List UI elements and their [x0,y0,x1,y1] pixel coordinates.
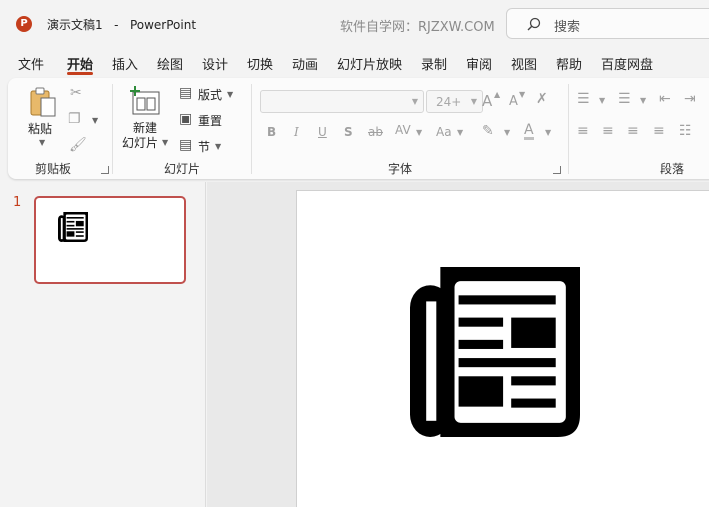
shrink-font-button[interactable]: A [509,94,518,109]
search-box[interactable]: 搜索 [506,8,709,39]
align-left-icon[interactable]: ≡ [577,124,589,138]
reset-button[interactable]: 重置 [198,112,222,129]
highlight-chevron-icon[interactable]: ▼ [504,128,510,137]
align-center-icon[interactable]: ≡ [602,124,614,138]
change-case-chevron-icon[interactable]: ▼ [457,128,463,137]
slides-group-label: 幻灯片 [164,162,201,176]
document-title: 演示文稿1 [47,18,103,32]
new-slide-label-line2[interactable]: 幻灯片 [122,134,158,151]
ribbon-tabs: 文件 开始 插入 绘图 设计 切换 动画 幻灯片放映 录制 审阅 视图 帮助 百… [0,50,709,76]
layout-icon[interactable]: ▤ [179,86,192,100]
tab-animations[interactable]: 动画 [292,54,318,73]
paragraph-group-label: 段落 [660,162,685,176]
font-launcher-icon[interactable] [553,166,561,174]
tab-slideshow[interactable]: 幻灯片放映 [337,54,402,73]
clipboard-group-label: 剪贴板 [35,162,72,176]
tab-help[interactable]: 帮助 [556,54,582,73]
font-size-chevron-icon: ▼ [470,97,477,106]
app-name: PowerPoint [129,18,197,32]
tab-file[interactable]: 文件 [18,54,44,73]
new-slide-icon[interactable] [129,86,161,116]
grow-font-button[interactable]: A [482,92,492,110]
newspaper-icon[interactable] [410,267,580,437]
search-label: 搜索 [554,20,581,35]
group-divider [251,84,252,174]
new-slide-chevron-icon[interactable]: ▼ [162,138,168,147]
paste-dropdown-chevron-icon[interactable]: ▼ [39,138,45,147]
slide-number: 1 [13,195,22,210]
align-right-icon[interactable]: ≡ [627,124,639,138]
bullets-icon[interactable]: ☰ [577,92,590,106]
tab-review[interactable]: 审阅 [466,54,492,73]
spacing-chevron-icon[interactable]: ▼ [416,128,422,137]
section-icon[interactable]: ▤ [179,138,192,152]
highlight-icon[interactable]: ✎ [482,124,494,138]
paste-button[interactable]: 粘贴 [28,120,52,137]
justify-icon[interactable]: ≡ [653,124,665,138]
font-size-value: 24+ [436,95,462,109]
tab-transitions[interactable]: 切换 [247,54,273,73]
slide-canvas[interactable] [296,190,709,507]
font-group-label: 字体 [388,162,413,176]
active-tab-indicator [67,72,93,75]
bullets-chevron-icon[interactable]: ▼ [599,96,605,105]
tab-record[interactable]: 录制 [421,54,447,73]
watermark-text: 软件自学网：RJZXW.COM [340,20,495,35]
font-size-combo[interactable]: 24+ ▼ [426,90,483,113]
grow-font-arrow-icon: ▲ [494,90,501,99]
group-divider [112,84,113,174]
tab-baidu-netdisk[interactable]: 百度网盘 [601,54,653,73]
clipboard-launcher-icon[interactable] [101,166,109,174]
tab-view[interactable]: 视图 [511,54,537,73]
format-painter-icon[interactable]: 🖌 [69,138,87,152]
tab-draw[interactable]: 绘图 [157,54,183,73]
title-separator: - [114,18,119,32]
font-name-chevron-icon: ▼ [411,97,418,106]
decrease-indent-icon[interactable]: ⇤ [659,92,671,106]
tab-insert[interactable]: 插入 [112,54,138,73]
increase-indent-icon[interactable]: ⇥ [684,92,696,106]
font-color-button[interactable]: A [524,123,534,140]
change-case-button[interactable]: Aa [436,125,452,139]
shadow-button[interactable]: S [344,125,353,139]
font-name-combo[interactable]: ▼ [260,90,424,113]
title-bar: P 演示文稿1 - PowerPoint 软件自学网：RJZXW.COM 搜索 [0,0,709,46]
columns-icon[interactable]: ☷ [679,124,692,138]
numbering-icon[interactable]: ☰ [618,92,631,106]
layout-button[interactable]: 版式 [198,86,222,103]
section-chevron-icon[interactable]: ▼ [215,142,221,151]
shrink-font-arrow-icon: ▼ [519,90,526,99]
paste-icon[interactable] [28,86,58,118]
copy-icon[interactable]: ❐ [68,112,81,126]
reset-icon[interactable]: ▣ [179,112,192,126]
numbering-chevron-icon[interactable]: ▼ [640,96,646,105]
window-title: 演示文稿1 - PowerPoint [47,16,196,33]
character-spacing-button[interactable]: AV [395,123,411,137]
layout-chevron-icon[interactable]: ▼ [227,90,233,99]
italic-button[interactable]: I [294,125,299,139]
search-icon [527,17,541,31]
tab-home[interactable]: 开始 [67,54,93,73]
cut-icon[interactable]: ✂ [70,86,82,100]
newspaper-icon [58,212,88,242]
slide-thumbnail[interactable] [34,196,186,284]
copy-dropdown-chevron-icon[interactable]: ▼ [92,116,98,125]
group-divider [568,84,569,174]
clear-formatting-icon[interactable]: ✗ [536,92,548,106]
powerpoint-logo-icon[interactable]: P [16,16,32,32]
ribbon-panel: 粘贴 ▼ ✂ ❐ ▼ 🖌 剪贴板 新建 幻灯片 ▼ ▤ 版式 ▼ ▣ 重置 ▤ … [8,78,709,179]
tab-design[interactable]: 设计 [202,54,228,73]
bold-button[interactable]: B [267,125,276,139]
font-color-chevron-icon[interactable]: ▼ [545,128,551,137]
section-button[interactable]: 节 [198,138,210,155]
strikethrough-button[interactable]: ab [368,125,383,139]
underline-button[interactable]: U [318,125,327,139]
